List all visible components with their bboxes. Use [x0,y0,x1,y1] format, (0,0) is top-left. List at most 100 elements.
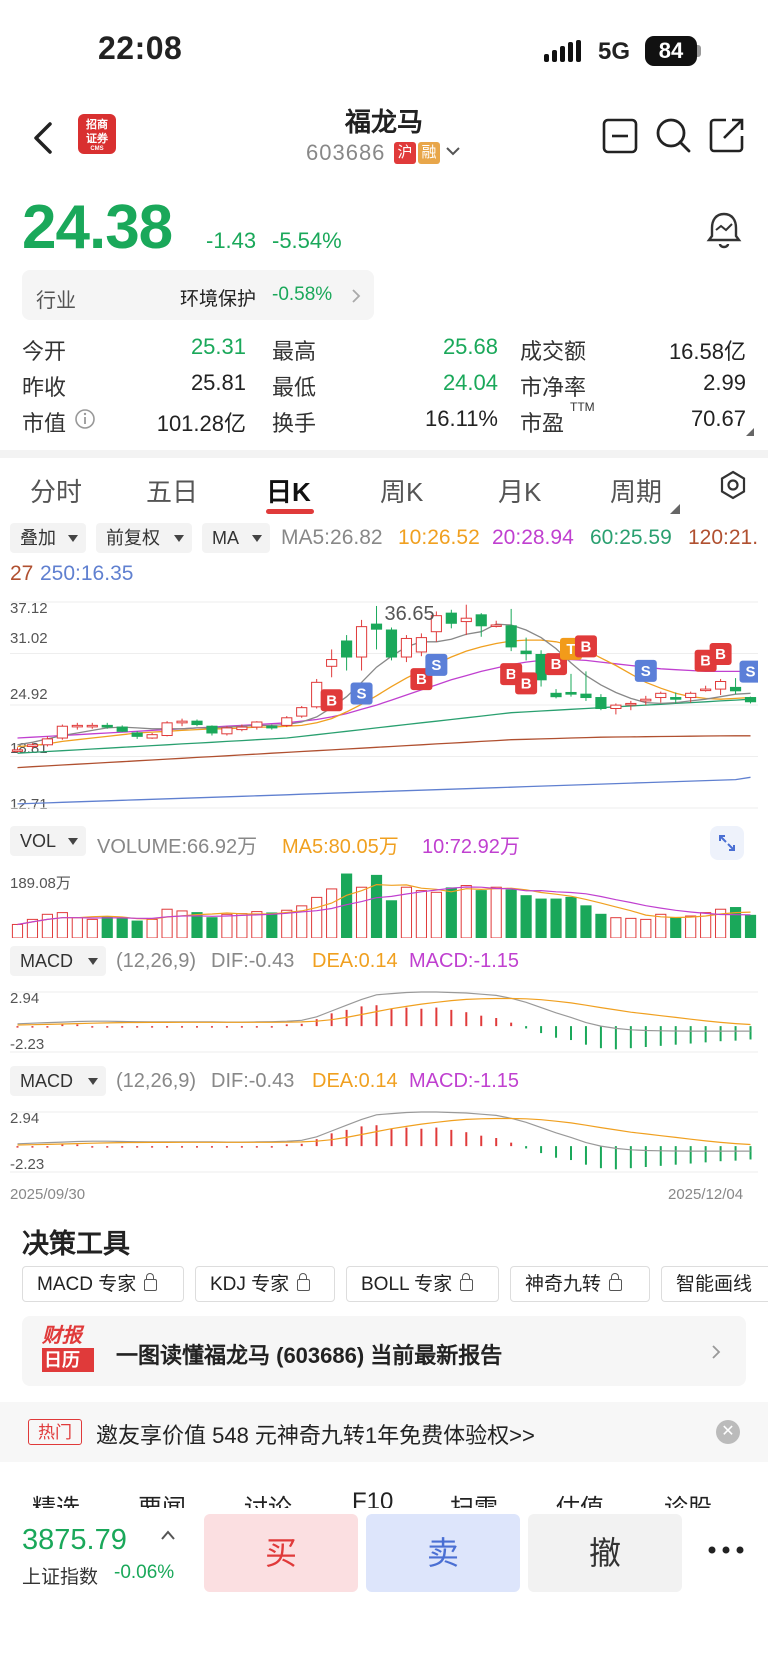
expand-corner-icon[interactable] [746,428,754,436]
tool-smart-draw[interactable]: 智能画线 [661,1266,768,1302]
volume-bar [475,890,487,938]
index-value[interactable]: 3875.79 [22,1524,127,1557]
candle [191,720,203,726]
tab-intraday[interactable]: 分时 [30,472,82,509]
low-value: 24.04 [442,370,498,395]
tab-week-k[interactable]: 周K [380,472,423,509]
network-label: 5G [598,38,631,65]
volume-bar [236,913,248,938]
hot-tag: 热门 [28,1419,82,1445]
volume-bar [56,912,68,938]
kline-chart[interactable]: 36.65B SBSBBBT BSB BS [10,596,758,814]
ma60-legend: 60:25.59 [590,526,672,549]
pe-label: 市盈 [520,411,565,436]
macd-dif-2: DIF:-0.43 [211,1070,295,1092]
tools-title: 决策工具 [22,1229,130,1259]
ma-dropdown[interactable]: MA [202,523,270,553]
candle [131,732,143,737]
ma120-line [17,735,751,769]
turnover-amount-label: 成交额 [520,339,587,364]
search-icon[interactable] [654,116,692,154]
index-name: 上证指数 [22,1567,99,1588]
trade-mark-s-label: S [357,686,367,703]
volume-bar [116,917,128,938]
candle [520,650,532,655]
chevron-up-icon[interactable] [160,1528,176,1542]
remove-watchlist-icon[interactable] [602,118,638,154]
high-value: 25.68 [442,334,498,359]
volume-chart[interactable] [10,870,758,938]
candle [281,717,293,726]
volume-value: VOLUME:66.92万 [97,836,258,858]
candle [670,697,682,700]
volume-ma5: MA5:80.05万 [282,836,399,858]
turnover-amount-value: 16.58亿 [668,339,746,364]
macd-label-1: MACD [20,951,73,971]
more-icon[interactable] [706,1540,746,1560]
trade-mark-b-label: B [700,653,711,670]
open-label: 今开 [22,339,67,364]
industry-pct: -0.58% [272,284,333,305]
period-dropdown-icon [670,504,680,514]
open-value: 25.31 [190,334,246,359]
date-start: 2025/09/30 [10,1186,86,1203]
battery-tip [697,45,701,57]
volume-bar [670,917,682,938]
volume-bar [41,913,53,938]
macd-dropdown-1[interactable]: MACD [10,946,106,976]
expand-icon [719,835,735,851]
signal-icon [544,40,581,62]
fullscreen-button[interactable] [710,826,744,860]
price-alert-icon[interactable] [706,210,742,250]
volume-bar [505,889,517,938]
promo-text[interactable]: 邀友享价值 548 元神奇九转1年免费体验权>> [96,1418,535,1450]
info-icon[interactable] [74,408,96,430]
high-label: 最高 [272,339,317,364]
overlay-dropdown[interactable]: 叠加 [10,523,86,553]
candle [505,625,517,648]
buy-button[interactable]: 买 [204,1514,358,1592]
ma5-legend: MA5:26.82 [281,526,383,549]
tab-day-k[interactable]: 日K [266,472,311,509]
industry-label: 行业 [36,290,76,312]
report-logo-line1: 财报 [42,1325,82,1347]
candle [176,720,188,724]
ma250-legend: 250:16.35 [40,562,134,585]
share-icon[interactable] [708,116,746,154]
tab-month-k[interactable]: 月K [498,472,541,509]
ma60-line [17,698,751,754]
tool-label: 智能画线 [676,1274,753,1295]
prev-close-label: 昨收 [22,375,67,400]
close-icon[interactable]: ✕ [716,1420,740,1444]
vol-dropdown[interactable]: VOL [10,826,86,856]
volume-bar [311,896,323,938]
candle [610,704,622,710]
macd-chart-2[interactable] [10,1108,758,1176]
macd-dropdown-2[interactable]: MACD [10,1066,106,1096]
tool-boll-expert[interactable]: BOLL 专家 [346,1266,499,1302]
tab-five-day[interactable]: 五日 [146,472,198,509]
macd-params-1: (12,26,9) [116,950,197,972]
tool-macd-expert[interactable]: MACD 专家 [22,1266,184,1302]
tool-kdj-expert[interactable]: KDJ 专家 [195,1266,335,1302]
broker-logo-line3: CMS [90,146,104,152]
cancel-order-button[interactable]: 撤 [528,1514,682,1592]
trade-mark-b-label: B [326,692,337,709]
stock-code[interactable]: 603686 [306,140,385,166]
tool-magic-nine[interactable]: 神奇九转 [510,1266,650,1302]
adjust-dropdown[interactable]: 前复权 [96,523,192,553]
chevron-down-icon[interactable] [444,142,462,160]
volume-bar [520,895,532,938]
tool-label: 神奇九转 [525,1274,602,1295]
pb-value: 2.99 [703,370,746,395]
settings-icon[interactable] [718,470,748,500]
candle [355,626,368,658]
candle [415,637,427,653]
price-change: -1.43 [206,228,257,253]
tab-period[interactable]: 周期 [610,472,662,509]
trade-mark-s-label: S [431,657,441,674]
sell-button[interactable]: 卖 [366,1514,520,1592]
candle [146,734,158,739]
volume-bar [685,915,697,938]
macd-chart-1[interactable] [10,988,758,1056]
